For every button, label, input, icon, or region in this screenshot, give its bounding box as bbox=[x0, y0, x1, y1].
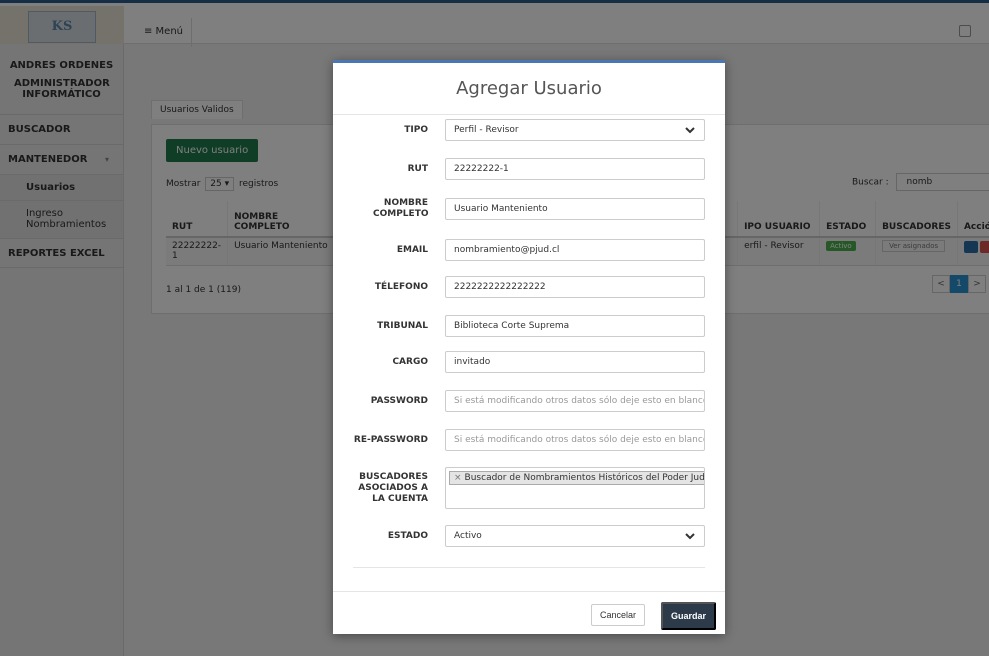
buscador-tag: × Buscador de Nombramientos Históricos de… bbox=[449, 471, 705, 485]
email-input[interactable]: nombramiento@pjud.cl bbox=[445, 239, 705, 261]
row-buscadores: BUSCADORES ASOCIADOS A LA CUENTA × Buscad… bbox=[333, 467, 725, 509]
row-password: PASSWORD Si está modificando otros datos… bbox=[333, 390, 725, 412]
label-rut: RUT bbox=[407, 163, 428, 174]
close-icon[interactable]: × bbox=[454, 473, 462, 483]
row-nombre: NOMBRE COMPLETO Usuario Manteniento bbox=[333, 197, 725, 221]
password-input[interactable]: Si está modificando otros datos sólo dej… bbox=[445, 390, 705, 412]
row-tribunal: TRIBUNAL Biblioteca Corte Suprema bbox=[333, 315, 725, 337]
cargo-input[interactable]: invitado bbox=[445, 351, 705, 373]
row-email: EMAIL nombramiento@pjud.cl bbox=[333, 239, 725, 261]
save-button[interactable]: Guardar bbox=[661, 602, 717, 630]
cancel-button[interactable]: Cancelar bbox=[591, 604, 646, 626]
modal-header: Agregar Usuario bbox=[333, 63, 725, 115]
label-repassword: RE-PASSWORD bbox=[353, 434, 428, 445]
label-buscadores: BUSCADORES ASOCIADOS A LA CUENTA bbox=[358, 471, 428, 504]
repassword-input[interactable]: Si está modificando otros datos sólo dej… bbox=[445, 429, 705, 451]
telefono-input[interactable]: 2222222222222222 bbox=[445, 276, 705, 298]
label-nombre: NOMBRE COMPLETO bbox=[373, 198, 429, 219]
buscadores-multiselect[interactable]: × Buscador de Nombramientos Históricos de… bbox=[445, 467, 705, 509]
chevron-down-icon bbox=[685, 533, 695, 540]
chevron-down-icon bbox=[685, 127, 695, 134]
tribunal-input[interactable]: Biblioteca Corte Suprema bbox=[445, 315, 705, 337]
label-tribunal: TRIBUNAL bbox=[377, 320, 428, 331]
add-user-modal: Agregar Usuario TIPO Perfil - Revisor RU… bbox=[333, 60, 725, 634]
modal-divider bbox=[353, 567, 705, 568]
nombre-input[interactable]: Usuario Manteniento bbox=[445, 198, 705, 220]
label-cargo: CARGO bbox=[392, 356, 428, 367]
row-repassword: RE-PASSWORD Si está modificando otros da… bbox=[333, 429, 725, 451]
rut-input[interactable]: 22222222-1 bbox=[445, 158, 705, 180]
label-tipo: TIPO bbox=[404, 124, 428, 135]
label-telefono: TÉLEFONO bbox=[374, 281, 428, 292]
label-email: EMAIL bbox=[396, 244, 428, 255]
modal-title: Agregar Usuario bbox=[456, 78, 602, 99]
tipo-select[interactable]: Perfil - Revisor bbox=[445, 119, 705, 141]
tipo-value: Perfil - Revisor bbox=[454, 125, 519, 135]
estado-select[interactable]: Activo bbox=[445, 525, 705, 547]
row-tipo: TIPO Perfil - Revisor bbox=[333, 119, 725, 141]
label-password: PASSWORD bbox=[370, 395, 428, 406]
row-rut: RUT 22222222-1 bbox=[333, 158, 725, 180]
row-cargo: CARGO invitado bbox=[333, 351, 725, 373]
row-telefono: TÉLEFONO 2222222222222222 bbox=[333, 276, 725, 298]
estado-value: Activo bbox=[454, 531, 482, 541]
row-estado: ESTADO Activo bbox=[333, 525, 725, 547]
tag-label: Buscador de Nombramientos Históricos del… bbox=[464, 473, 705, 483]
modal-footer: Cancelar Guardar bbox=[333, 591, 725, 637]
label-estado: ESTADO bbox=[387, 530, 428, 541]
